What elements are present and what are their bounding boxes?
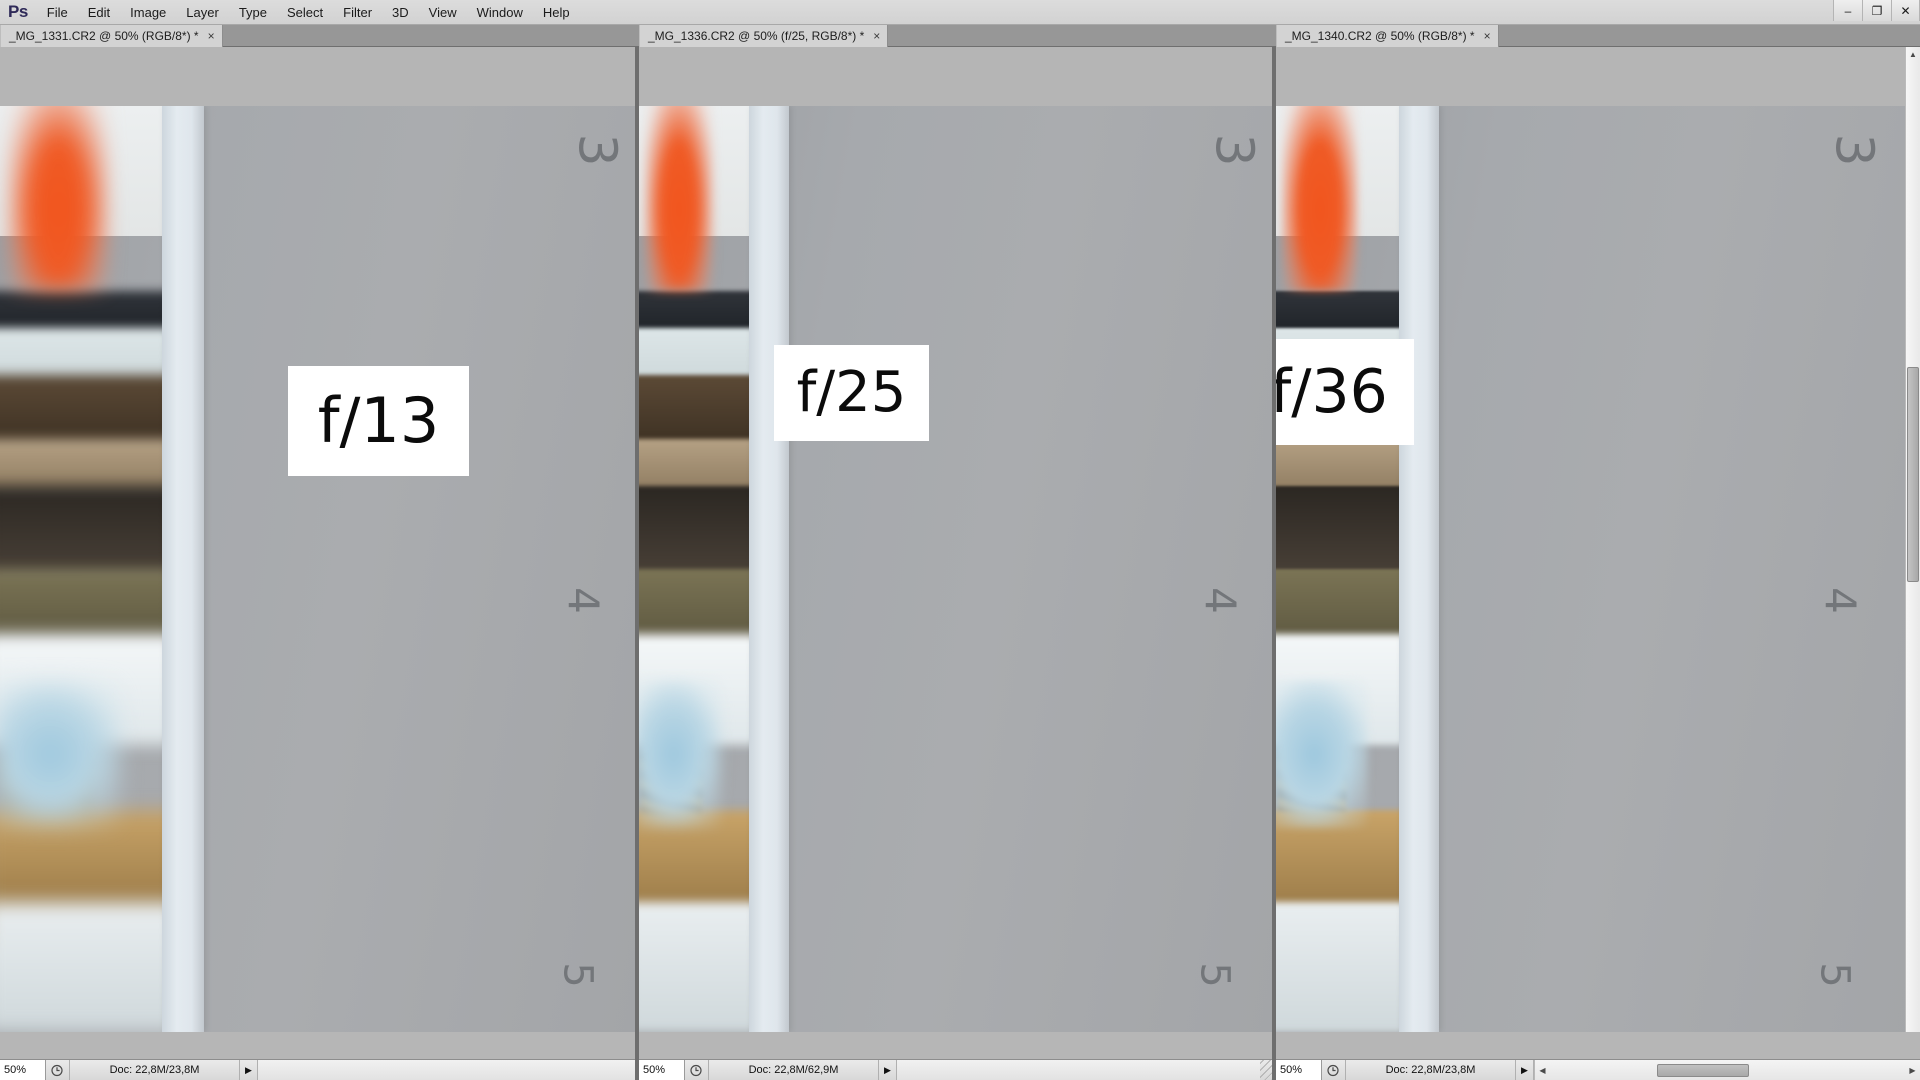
ruler-numeral-4: 4 — [1816, 587, 1866, 614]
status-menu-arrow-icon[interactable]: ▶ — [879, 1060, 897, 1080]
clock-icon[interactable] — [46, 1060, 70, 1080]
tab-mg-1340[interactable]: _MG_1340.CR2 @ 50% (RGB/8*) * × — [1276, 25, 1499, 47]
menu-view[interactable]: View — [419, 2, 467, 23]
ruler-numeral-5: 5 — [1811, 962, 1858, 988]
canvas-area[interactable]: 3 4 5 f/25 — [639, 47, 1274, 1032]
white-paper-strip — [749, 106, 789, 1032]
scroll-left-arrow-icon[interactable]: ◀ — [1535, 1066, 1550, 1075]
photo-image: 3 4 5 f/36 — [1276, 106, 1920, 1032]
ruler-numeral-3: 3 — [1203, 133, 1264, 167]
canvas-area[interactable]: 3 4 5 f/13 — [0, 47, 637, 1032]
photo-image: 3 4 5 f/13 — [0, 106, 637, 1032]
white-paper-strip — [1399, 106, 1439, 1032]
minimize-button[interactable]: – — [1833, 0, 1862, 21]
document-window-1[interactable]: 3 4 5 f/13 50% Doc: 22,8M/23,8M ▶ — [0, 47, 637, 1080]
horizontal-scrollbar[interactable]: ◀ ▶ — [1534, 1060, 1920, 1080]
close-button[interactable]: ✕ — [1891, 0, 1920, 21]
ruler-numeral-4: 4 — [559, 587, 609, 614]
horizontal-scroll-track[interactable] — [1550, 1063, 1905, 1077]
menu-layer[interactable]: Layer — [176, 2, 229, 23]
window-controls: – ❐ ✕ — [1833, 0, 1920, 22]
menu-bar: Ps File Edit Image Layer Type Select Fil… — [0, 0, 1920, 25]
orange-object — [644, 106, 713, 292]
clock-icon[interactable] — [685, 1060, 709, 1080]
aperture-caption-f13: f/13 — [288, 366, 469, 476]
canvas-area[interactable]: 3 4 5 f/36 ▲ — [1276, 47, 1920, 1032]
canvas-top-margin — [1276, 47, 1920, 106]
zoom-level-input[interactable]: 50% — [0, 1060, 46, 1080]
menu-3d[interactable]: 3D — [382, 2, 419, 23]
status-menu-arrow-icon[interactable]: ▶ — [240, 1060, 258, 1080]
zoom-level-input[interactable]: 50% — [639, 1060, 685, 1080]
menu-edit[interactable]: Edit — [78, 2, 120, 23]
window-divider-1[interactable] — [635, 47, 637, 1080]
ruler-numeral-5: 5 — [554, 962, 601, 988]
zoom-level-input[interactable]: 50% — [1276, 1060, 1322, 1080]
aperture-caption-text: f/13 — [317, 384, 440, 457]
aperture-caption-f25: f/25 — [774, 345, 929, 441]
status-bar-1: 50% Doc: 22,8M/23,8M ▶ — [0, 1059, 637, 1080]
menu-image[interactable]: Image — [120, 2, 176, 23]
white-paper-strip — [162, 106, 204, 1032]
scroll-up-arrow-icon[interactable]: ▲ — [1906, 47, 1920, 62]
document-window-3[interactable]: 3 4 5 f/36 ▲ 50% Doc: 22,8M/23,8M ▶ ◀ ▶ — [1274, 47, 1920, 1080]
tab-close-icon[interactable]: × — [873, 30, 880, 42]
orange-object — [1282, 106, 1359, 292]
defocused-background — [1276, 106, 1399, 1032]
doc-size-label: Doc: 22,8M/62,9M — [709, 1060, 879, 1080]
status-filler — [258, 1060, 637, 1080]
aperture-caption-text: f/36 — [1276, 357, 1388, 427]
menu-file[interactable]: File — [37, 2, 78, 23]
ruler-numeral-4: 4 — [1196, 587, 1246, 614]
vertical-scroll-thumb[interactable] — [1907, 367, 1919, 582]
menu-filter[interactable]: Filter — [333, 2, 382, 23]
defocused-background — [639, 106, 749, 1032]
doc-size-label: Doc: 22,8M/23,8M — [1346, 1060, 1516, 1080]
tab-mg-1331[interactable]: _MG_1331.CR2 @ 50% (RGB/8*) * × — [0, 25, 223, 47]
status-filler — [897, 1060, 1260, 1080]
tab-label: _MG_1340.CR2 @ 50% (RGB/8*) * — [1285, 29, 1475, 43]
status-menu-arrow-icon[interactable]: ▶ — [1516, 1060, 1534, 1080]
tab-mg-1336[interactable]: _MG_1336.CR2 @ 50% (f/25, RGB/8*) * × — [639, 25, 889, 47]
horizontal-scroll-thumb[interactable] — [1656, 1063, 1749, 1077]
doc-size-label: Doc: 22,8M/23,8M — [70, 1060, 240, 1080]
aperture-caption-text: f/25 — [796, 360, 907, 425]
aperture-caption-f36: f/36 — [1276, 339, 1414, 445]
photoshop-logo: Ps — [8, 2, 28, 21]
restore-button[interactable]: ❐ — [1862, 0, 1891, 21]
document-tab-bar: _MG_1331.CR2 @ 50% (RGB/8*) * × _MG_1336… — [0, 25, 1920, 47]
vertical-scrollbar[interactable]: ▲ — [1905, 47, 1920, 1032]
orange-object — [8, 106, 109, 292]
canvas-top-margin — [639, 47, 1274, 106]
menu-select[interactable]: Select — [277, 2, 333, 23]
status-bar-2: 50% Doc: 22,8M/62,9M ▶ — [639, 1059, 1274, 1080]
window-divider-2[interactable] — [1272, 47, 1274, 1080]
document-window-2[interactable]: 3 4 5 f/25 50% Doc: 22,8M/62,9M ▶ — [637, 47, 1274, 1080]
scroll-right-arrow-icon[interactable]: ▶ — [1905, 1066, 1920, 1075]
status-bar-3: 50% Doc: 22,8M/23,8M ▶ ◀ ▶ — [1276, 1059, 1920, 1080]
canvas-top-margin — [0, 47, 637, 106]
menu-help[interactable]: Help — [533, 2, 580, 23]
tab-close-icon[interactable]: × — [208, 30, 215, 42]
defocused-background — [0, 106, 162, 1032]
tab-label: _MG_1331.CR2 @ 50% (RGB/8*) * — [9, 29, 199, 43]
menu-type[interactable]: Type — [229, 2, 277, 23]
ruler-numeral-3: 3 — [1823, 133, 1884, 167]
menu-window[interactable]: Window — [467, 2, 533, 23]
tab-close-icon[interactable]: × — [1484, 30, 1491, 42]
tab-label: _MG_1336.CR2 @ 50% (f/25, RGB/8*) * — [648, 29, 865, 43]
clock-icon[interactable] — [1322, 1060, 1346, 1080]
ruler-numeral-5: 5 — [1191, 962, 1238, 988]
ruler-numeral-3: 3 — [566, 133, 627, 167]
photo-image: 3 4 5 f/25 — [639, 106, 1274, 1032]
